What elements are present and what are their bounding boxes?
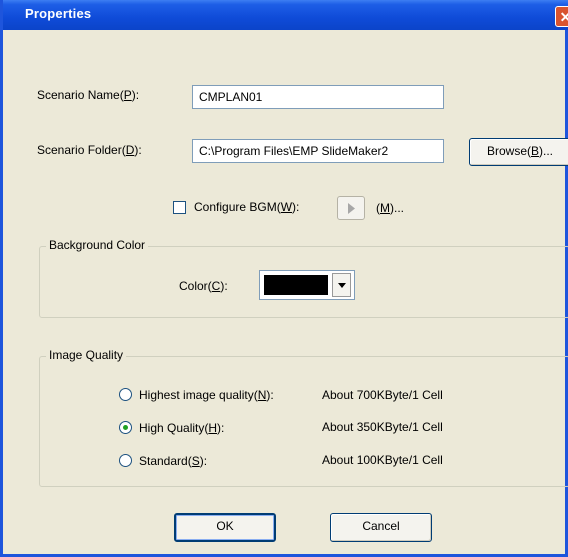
- radio-highest-quality[interactable]: [119, 388, 132, 401]
- color-label: Color(C):: [179, 279, 228, 293]
- highest-quality-label: Highest image quality(N):: [139, 388, 274, 402]
- highest-quality-size: About 700KByte/1 Cell: [322, 388, 443, 402]
- radio-selected-dot: [123, 425, 128, 430]
- properties-dialog: Properties ✕ Scenario Name(P): CMPLAN01 …: [0, 0, 568, 557]
- scenario-name-input[interactable]: CMPLAN01: [192, 85, 444, 109]
- ok-button[interactable]: OK: [174, 513, 276, 542]
- background-color-legend: Background Color: [46, 238, 149, 252]
- configure-bgm-label: Configure BGM(W):: [194, 200, 300, 214]
- close-icon: ✕: [559, 9, 568, 25]
- configure-bgm-checkbox[interactable]: [173, 201, 186, 214]
- image-quality-legend: Image Quality: [46, 348, 127, 362]
- high-quality-label: High Quality(H):: [139, 421, 225, 435]
- scenario-folder-input[interactable]: C:\Program Files\EMP SlideMaker2: [192, 139, 444, 163]
- standard-label: Standard(S):: [139, 454, 208, 468]
- browse-button[interactable]: Browse(B)...: [469, 138, 568, 166]
- scenario-folder-label: Scenario Folder(D):: [37, 143, 142, 157]
- radio-high-quality[interactable]: [119, 421, 132, 434]
- bgm-play-button[interactable]: [337, 196, 365, 220]
- scenario-name-label: Scenario Name(P):: [37, 88, 140, 102]
- standard-size: About 100KByte/1 Cell: [322, 453, 443, 467]
- cancel-button[interactable]: Cancel: [330, 513, 432, 542]
- title-bar[interactable]: Properties: [3, 0, 568, 30]
- image-quality-group: [39, 356, 568, 487]
- bgm-file-button[interactable]: (M)...: [376, 201, 404, 215]
- window-title: Properties: [25, 6, 92, 21]
- play-icon: [348, 203, 355, 214]
- color-combobox[interactable]: [259, 270, 355, 300]
- chevron-down-icon: [338, 283, 346, 288]
- color-swatch: [264, 275, 328, 295]
- color-dropdown-button[interactable]: [332, 273, 351, 297]
- high-quality-size: About 350KByte/1 Cell: [322, 420, 443, 434]
- radio-standard[interactable]: [119, 454, 132, 467]
- close-button[interactable]: ✕: [555, 6, 568, 27]
